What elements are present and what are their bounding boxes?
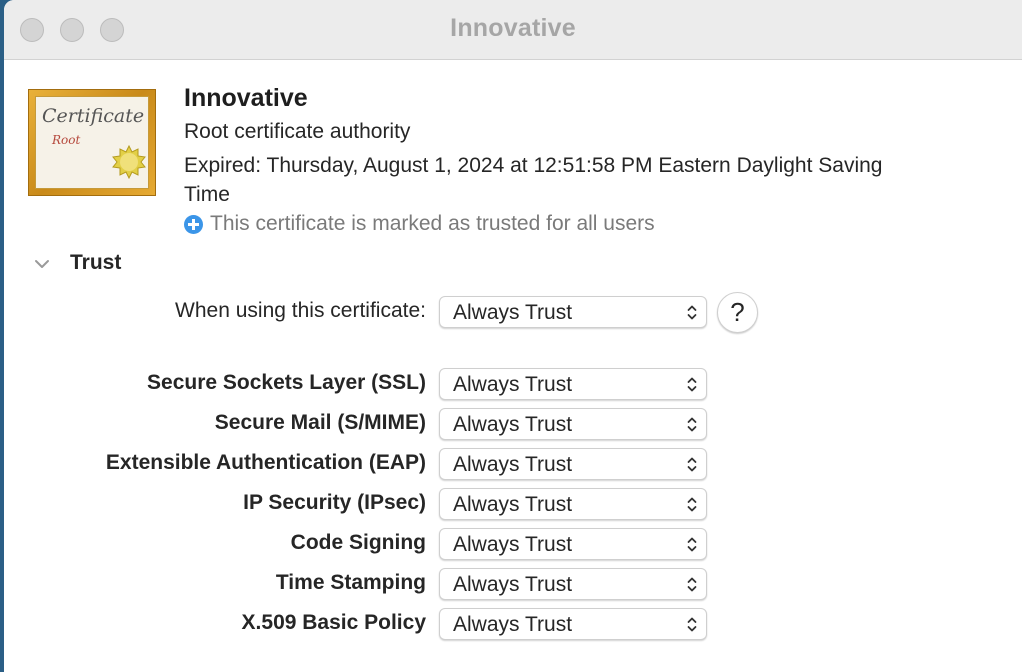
policy-popup-time-stamping[interactable]: Always Trust [439,568,707,600]
policy-label-eap: Extensible Authentication (EAP) [105,451,426,474]
certificate-icon: Certificate Root [28,89,156,196]
plus-circle-icon [184,214,203,234]
popup-value: Always Trust [453,453,573,476]
trust-section-title[interactable]: Trust [70,251,121,275]
up-down-chevron-icon [687,377,697,392]
policy-label-ssl: Secure Sockets Layer (SSL) [147,371,426,394]
when-using-popup[interactable]: Always Trust [439,296,707,328]
popup-value: Always Trust [453,493,573,516]
policy-popup-ipsec[interactable]: Always Trust [439,488,707,520]
popup-value: Always Trust [453,613,573,636]
certificate-kind: Root certificate authority [184,120,411,143]
up-down-chevron-icon [687,305,697,320]
policy-popup-code-signing[interactable]: Always Trust [439,528,707,560]
policy-popup-eap[interactable]: Always Trust [439,448,707,480]
seal-icon [112,145,146,179]
up-down-chevron-icon [687,457,697,472]
title-bar[interactable]: Innovative [4,0,1022,60]
up-down-chevron-icon [687,617,697,632]
when-using-label: When using this certificate: [175,299,426,322]
window-title: Innovative [450,14,576,42]
chevron-down-icon[interactable] [34,256,50,272]
up-down-chevron-icon [687,497,697,512]
popup-value: Always Trust [453,373,573,396]
policy-label-x509: X.509 Basic Policy [241,611,426,634]
certificate-window: Innovative Certificate Root Innovative R… [4,0,1022,672]
popup-value: Always Trust [453,533,573,556]
trust-status-text: This certificate is marked as trusted fo… [210,212,655,235]
policy-label-ipsec: IP Security (IPsec) [243,491,426,514]
policy-label-code-signing: Code Signing [290,531,426,554]
up-down-chevron-icon [687,577,697,592]
help-button[interactable]: ? [717,292,758,333]
certificate-icon-text: Certificate [42,105,145,127]
policy-popup-ssl[interactable]: Always Trust [439,368,707,400]
policy-label-time-stamping: Time Stamping [275,571,426,594]
popup-value: Always Trust [453,301,573,324]
up-down-chevron-icon [687,537,697,552]
policy-popup-smime[interactable]: Always Trust [439,408,707,440]
certificate-icon-subtext: Root [52,133,81,147]
certificate-expiry: Expired: Thursday, August 1, 2024 at 12:… [184,154,883,206]
policy-popup-x509[interactable]: Always Trust [439,608,707,640]
policy-label-smime: Secure Mail (S/MIME) [214,411,426,434]
certificate-name: Innovative [184,84,308,112]
popup-value: Always Trust [453,573,573,596]
popup-value: Always Trust [453,413,573,436]
trust-status: This certificate is marked as trusted fo… [184,212,655,236]
up-down-chevron-icon [687,417,697,432]
